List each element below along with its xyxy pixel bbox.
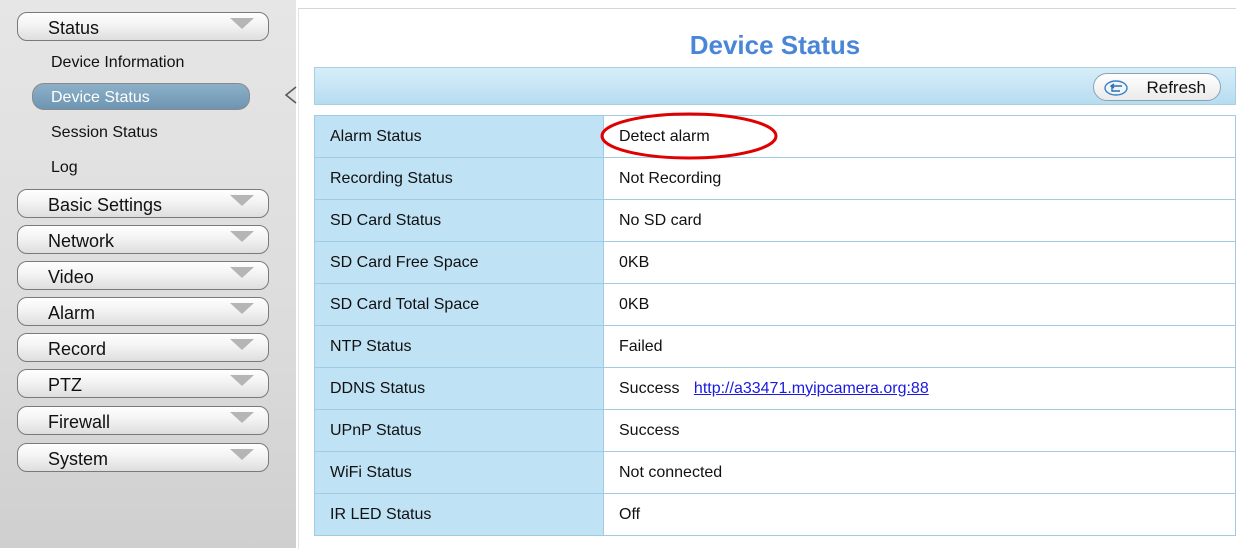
menu-label: Alarm	[48, 303, 96, 323]
menu-system[interactable]: System	[17, 443, 269, 472]
row-value: 0KB	[603, 283, 1236, 326]
refresh-button[interactable]: Refresh	[1093, 73, 1221, 101]
sidebar: Status Device Information Device Status …	[0, 0, 297, 548]
menu-label: Record	[48, 339, 107, 359]
sidebar-item-device-status[interactable]: Device Status	[32, 83, 250, 110]
page-title: Device Status	[689, 30, 861, 60]
sidebar-item-log[interactable]: Log	[51, 159, 78, 177]
chevron-down-icon	[230, 375, 254, 386]
menu-firewall[interactable]: Firewall	[17, 406, 269, 435]
row-label: Alarm Status	[314, 115, 604, 158]
annotation-ellipse	[600, 112, 778, 160]
table-row: SD Card Status No SD card	[314, 199, 1236, 242]
row-label: SD Card Total Space	[314, 283, 604, 326]
chevron-down-icon	[230, 267, 254, 278]
row-label: WiFi Status	[314, 451, 604, 494]
chevron-down-icon	[230, 449, 254, 460]
chevron-down-icon	[230, 195, 254, 206]
table-row: WiFi Status Not connected	[314, 451, 1236, 494]
row-value: No SD card	[603, 199, 1236, 242]
row-value: 0KB	[603, 241, 1236, 284]
row-value: Not connected	[603, 451, 1236, 494]
menu-ptz[interactable]: PTZ	[17, 369, 269, 398]
selection-pointer-icon	[284, 86, 297, 104]
row-label: SD Card Status	[314, 199, 604, 242]
table-row: SD Card Free Space 0KB	[314, 241, 1236, 284]
chevron-down-icon	[230, 231, 254, 242]
menu-label: PTZ	[48, 375, 82, 395]
row-label: SD Card Free Space	[314, 241, 604, 284]
chevron-down-icon	[230, 339, 254, 350]
menu-status[interactable]: Status	[17, 12, 269, 41]
row-label: UPnP Status	[314, 409, 604, 452]
refresh-label: Refresh	[1146, 78, 1206, 97]
sidebar-item-device-information[interactable]: Device Information	[51, 54, 184, 72]
table-row: NTP Status Failed	[314, 325, 1236, 368]
menu-label: Firewall	[48, 412, 111, 432]
refresh-icon	[1104, 80, 1128, 96]
chevron-down-icon	[230, 303, 254, 314]
row-value: Failed	[603, 325, 1236, 368]
row-label: IR LED Status	[314, 493, 604, 536]
menu-label: Video	[48, 267, 94, 287]
row-value: Success	[619, 379, 680, 397]
sidebar-item-label: Device Status	[51, 89, 150, 106]
ddns-link[interactable]: http://a33471.myipcamera.org:88	[694, 380, 929, 397]
chevron-down-icon	[230, 18, 254, 29]
table-row: SD Card Total Space 0KB	[314, 283, 1236, 326]
table-row: UPnP Status Success	[314, 409, 1236, 452]
menu-label: Basic Settings	[48, 195, 163, 215]
table-row: DDNS Status Success http://a33471.myipca…	[314, 367, 1236, 410]
menu-status-label: Status	[48, 18, 100, 38]
menu-video[interactable]: Video	[17, 261, 269, 290]
table-row: IR LED Status Off	[314, 493, 1236, 536]
sidebar-item-session-status[interactable]: Session Status	[51, 124, 158, 142]
row-label: DDNS Status	[314, 367, 604, 410]
chevron-down-icon	[230, 412, 254, 423]
row-label: Recording Status	[314, 157, 604, 200]
menu-network[interactable]: Network	[17, 225, 269, 254]
menu-label: System	[48, 449, 109, 469]
row-value-cell: Success http://a33471.myipcamera.org:88	[603, 367, 1236, 410]
table-row: Recording Status Not Recording	[314, 157, 1236, 200]
row-value: Not Recording	[603, 157, 1236, 200]
status-table: Alarm Status Detect alarm Recording Stat…	[314, 115, 1236, 536]
row-value: Off	[603, 493, 1236, 536]
menu-alarm[interactable]: Alarm	[17, 297, 269, 326]
menu-record[interactable]: Record	[17, 333, 269, 362]
row-label: NTP Status	[314, 325, 604, 368]
menu-basic-settings[interactable]: Basic Settings	[17, 189, 269, 218]
menu-label: Network	[48, 231, 115, 251]
row-value: Success	[603, 409, 1236, 452]
